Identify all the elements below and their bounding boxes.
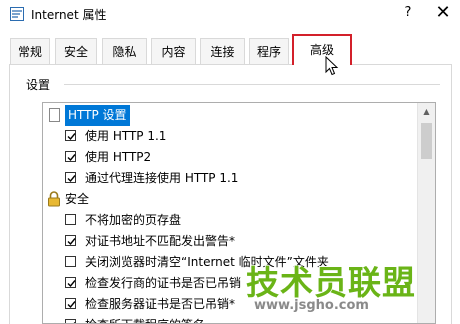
close-button[interactable]: ✕: [432, 2, 454, 24]
list-item[interactable]: 不将加密的页存盘: [43, 210, 415, 231]
list-item-label: 对证书地址不匹配发出警告*: [85, 234, 236, 248]
scroll-thumb[interactable]: [421, 123, 432, 159]
list-item-label: 检查发行商的证书是否已吊销: [85, 276, 242, 290]
mouse-cursor-icon: [325, 56, 339, 76]
tab-general[interactable]: 常规: [10, 38, 50, 64]
help-button[interactable]: ?: [398, 3, 418, 23]
list-item-label: 不将加密的页存盘: [85, 213, 182, 227]
checkbox[interactable]: [65, 298, 76, 309]
checkbox[interactable]: [65, 235, 76, 246]
internet-options-icon: [10, 7, 24, 21]
list-item-http-settings[interactable]: HTTP 设置: [43, 105, 415, 126]
checkbox[interactable]: [65, 130, 76, 141]
list-item-security[interactable]: 安全: [43, 189, 415, 210]
tab-programs[interactable]: 程序: [249, 38, 289, 64]
tab-content[interactable]: 内容: [151, 38, 196, 64]
checkmark-icon: [67, 280, 76, 288]
checkbox[interactable]: [65, 214, 76, 225]
list-item-label: 检查所下载程序的签名: [85, 315, 205, 323]
checkbox[interactable]: [65, 277, 76, 288]
settings-divider: [64, 84, 440, 85]
window-title: Internet 属性: [31, 8, 107, 22]
watermark-title: 技术员联盟: [246, 263, 416, 302]
settings-group-label: 设置: [26, 78, 51, 92]
list-item[interactable]: 使用 HTTP 1.1: [43, 126, 415, 147]
checkbox[interactable]: [65, 172, 76, 183]
list-item[interactable]: 使用 HTTP2: [43, 147, 415, 168]
checkmark-icon: [67, 175, 76, 183]
lock-icon: [48, 191, 60, 207]
list-item-label: 通过代理连接使用 HTTP 1.1: [85, 171, 239, 185]
list-item-label: 使用 HTTP 1.1: [85, 129, 167, 143]
tab-connections[interactable]: 连接: [200, 38, 245, 64]
checkmark-icon: [67, 238, 76, 246]
checkbox[interactable]: [65, 319, 76, 323]
tab-privacy[interactable]: 隐私: [102, 38, 147, 64]
checkmark-icon: [67, 154, 76, 162]
checkmark-icon: [73, 322, 76, 323]
list-item-label: HTTP 设置: [65, 105, 130, 126]
list-item-label: 使用 HTTP2: [85, 150, 152, 164]
checkmark-icon: [67, 301, 76, 309]
list-item-label: 检查服务器证书是否已吊销*: [85, 297, 236, 311]
checkbox[interactable]: [65, 256, 76, 267]
list-item[interactable]: 对证书地址不匹配发出警告*: [43, 231, 415, 252]
checkmark-icon: [67, 133, 76, 141]
list-item[interactable]: 通过代理连接使用 HTTP 1.1: [43, 168, 415, 189]
watermark: 技术员联盟 www.jsgho.com: [240, 256, 455, 320]
watermark-url: www.jsgho.com: [254, 298, 369, 313]
title-bar: Internet 属性 ? ✕: [0, 0, 460, 30]
tab-strip: 常规 安全 隐私 内容 连接 程序 高级: [0, 30, 460, 66]
checkbox[interactable]: [65, 151, 76, 162]
tab-advanced[interactable]: 高级: [292, 34, 352, 65]
scroll-up-arrow-icon[interactable]: ▲: [418, 103, 435, 120]
list-item-label: 安全: [65, 192, 90, 206]
tab-security[interactable]: 安全: [55, 38, 97, 64]
page-icon: [49, 108, 60, 122]
